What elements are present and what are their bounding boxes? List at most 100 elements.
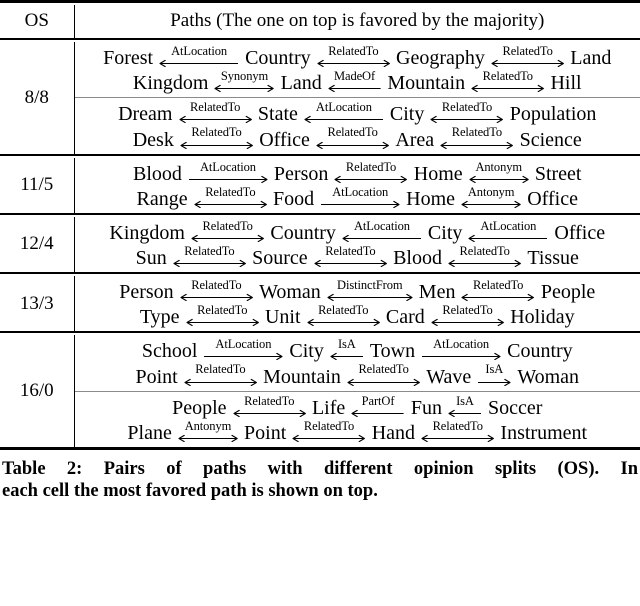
relation-label: RelatedTo: [191, 125, 242, 140]
path-node: Kingdom: [109, 221, 185, 244]
path-line: Forest AtLocation Country RelatedTo Geograph…: [75, 44, 640, 69]
path-line: Range RelatedTo Food AtLocation Home Antonym O…: [75, 185, 640, 210]
relation-label: RelatedTo: [184, 243, 235, 258]
path-line: Desk RelatedTo Office RelatedTo Area RelatedT…: [75, 125, 640, 150]
bidirectional-arrow-icon: [178, 433, 238, 442]
path-node: City: [389, 103, 425, 126]
relation-edge: AtLocation: [421, 338, 501, 361]
relation-label: AtLocation: [199, 159, 256, 174]
arrow-left-icon: [351, 408, 405, 417]
path-node: Instrument: [500, 421, 588, 444]
bidirectional-arrow-icon: [180, 140, 253, 149]
relation-edge: RelatedTo: [440, 126, 514, 149]
table-body: 8/8 Forest AtLocation Country RelatedTo Geogr…: [0, 42, 640, 449]
relation-label: RelatedTo: [432, 418, 483, 433]
relation-edge: AtLocation: [468, 219, 548, 242]
relation-edge: RelatedTo: [316, 125, 389, 149]
os-value: 13/3: [0, 276, 75, 333]
relation-label: RelatedTo: [205, 184, 256, 199]
relation-edge: RelatedTo: [180, 278, 253, 302]
relation-label: RelatedTo: [502, 44, 553, 58]
path-node: Science: [519, 128, 582, 151]
path-node: Home: [413, 162, 463, 185]
relation-edge: RelatedTo: [178, 101, 252, 124]
path-node: Desk: [132, 128, 174, 151]
caption-line-2: each cell the most favored path is shown…: [2, 480, 378, 501]
path-node: City: [289, 340, 324, 363]
relation-edge: RelatedTo: [194, 184, 267, 208]
relation-edge: IsA: [477, 362, 511, 386]
relation-edge: RelatedTo: [306, 303, 380, 327]
relation-label: RelatedTo: [473, 278, 524, 292]
relation-edge: AtLocation: [320, 184, 400, 208]
path-line: Dream RelatedTo State AtLocation City Related…: [75, 100, 640, 125]
relation-label: IsA: [337, 337, 356, 352]
bidirectional-arrow-icon: [327, 292, 413, 302]
path-node: Food: [273, 187, 315, 210]
path-line: Kingdom RelatedTo Country AtLocation City AtL…: [75, 219, 640, 244]
path-node: Type: [139, 306, 180, 329]
header-os-label: OS: [0, 5, 75, 39]
bidirectional-arrow-icon: [173, 258, 246, 267]
arrow-right-icon: [477, 377, 511, 386]
relation-edge: AtLocation: [159, 44, 239, 68]
relation-edge: RelatedTo: [431, 303, 504, 327]
relation-edge: RelatedTo: [461, 278, 535, 302]
relation-label: IsA: [456, 393, 474, 408]
path-node: Kingdom: [132, 72, 209, 95]
relation-label: MadeOf: [333, 69, 376, 84]
relation-edge: RelatedTo: [173, 243, 246, 267]
path-node: Land: [280, 72, 322, 95]
bidirectional-arrow-icon: [317, 58, 390, 68]
path-line: Blood AtLocation Person RelatedTo Home Antony…: [75, 160, 640, 185]
path-node: Mountain: [263, 365, 341, 388]
arrow-right-icon: [203, 351, 283, 361]
path-line: Kingdom Synonym Land MadeOf Mountain RelatedT…: [75, 69, 640, 94]
relation-edge: Synonym: [214, 69, 275, 93]
path-node: Home: [406, 187, 456, 210]
relation-edge: RelatedTo: [186, 303, 259, 327]
table-caption: Table 2: Pairs of paths with different o…: [0, 452, 640, 502]
relation-label: AtLocation: [332, 184, 389, 199]
table-row: 12/4 Kingdom RelatedTo Country AtLocation Cit…: [0, 216, 640, 273]
bidirectional-arrow-icon: [180, 292, 253, 302]
arrow-right-icon: [188, 174, 268, 183]
path-node: Town: [369, 340, 416, 363]
relation-edge: RelatedTo: [314, 244, 387, 267]
relation-label: RelatedTo: [244, 393, 295, 408]
relation-label: RelatedTo: [327, 125, 378, 140]
arrow-left-icon: [342, 233, 422, 242]
relation-label: RelatedTo: [202, 218, 253, 233]
path-node: Street: [534, 162, 582, 185]
path-node: Holiday: [510, 306, 575, 329]
os-value: 16/0: [0, 335, 75, 449]
path-line: School AtLocation City IsA Town AtLocation Cou…: [75, 337, 640, 362]
relation-edge: DistinctFrom: [327, 278, 413, 302]
relation-edge: MadeOf: [328, 69, 382, 93]
bidirectional-arrow-icon: [334, 174, 408, 183]
path-node: Tissue: [527, 247, 579, 269]
relation-edge: Antonym: [178, 419, 238, 442]
bidirectional-arrow-icon: [461, 292, 535, 302]
os-value: 11/5: [0, 157, 75, 214]
table-row: 11/5 Blood AtLocation Person RelatedTo Home An…: [0, 157, 640, 214]
relation-edge: RelatedTo: [491, 44, 564, 68]
table-row: 8/8 Forest AtLocation Country RelatedTo Geogr…: [0, 42, 640, 155]
path-node: Blood: [393, 247, 442, 269]
relation-label: Synonym: [220, 69, 269, 84]
relation-edge: RelatedTo: [292, 419, 366, 442]
relation-edge: Antonym: [461, 185, 521, 208]
bidirectional-arrow-icon: [214, 83, 275, 93]
relation-edge: RelatedTo: [317, 44, 390, 68]
path-node: Person: [119, 281, 174, 304]
relation-label: IsA: [485, 362, 504, 377]
path-node: Area: [395, 128, 435, 151]
bidirectional-arrow-icon: [292, 433, 366, 442]
relation-label: RelatedTo: [482, 69, 533, 84]
path-node: Point: [244, 421, 287, 444]
relation-label: AtLocation: [171, 44, 228, 58]
arrow-left-icon: [448, 408, 482, 417]
relation-edge: RelatedTo: [334, 160, 408, 183]
arrow-right-icon: [320, 199, 400, 208]
relation-edge: RelatedTo: [471, 69, 545, 93]
